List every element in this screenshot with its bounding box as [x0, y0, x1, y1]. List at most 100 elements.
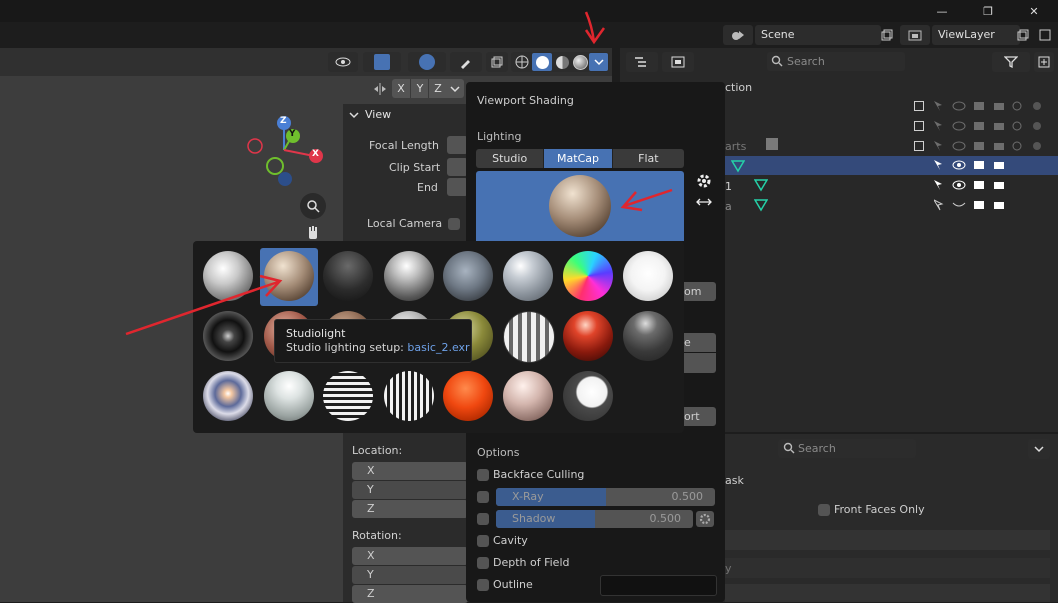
row-restrict-icons[interactable] — [934, 100, 1054, 112]
clip-start-field[interactable] — [447, 158, 468, 176]
front-faces-only-checkbox[interactable] — [818, 504, 830, 516]
matcap-option-15[interactable] — [563, 311, 613, 361]
maximize-icon[interactable]: ❐ — [976, 2, 1000, 20]
matcap-option-4[interactable] — [384, 251, 434, 301]
row-checkbox[interactable] — [914, 101, 924, 111]
properties-subpanel-2[interactable] — [725, 558, 1050, 578]
gizmo-toggle-icon[interactable] — [363, 52, 401, 72]
axis-dropdown-icon[interactable] — [446, 79, 464, 98]
eyedropper-icon[interactable] — [450, 52, 482, 72]
flip-horizontal-icon[interactable] — [694, 194, 714, 210]
zoom-icon[interactable] — [300, 193, 326, 219]
overlays-icon[interactable] — [408, 52, 446, 72]
properties-dropdown-icon[interactable] — [1028, 439, 1050, 459]
view-panel-header[interactable]: View — [365, 108, 391, 121]
outliner-search-input[interactable]: Search — [767, 52, 905, 71]
properties-mask-label: ask — [725, 474, 744, 487]
location-x-field[interactable]: X — [352, 462, 468, 480]
gear-icon[interactable] — [694, 172, 714, 190]
wireframe-shading-icon[interactable] — [513, 54, 531, 70]
matcap-option-18[interactable] — [264, 371, 314, 421]
navigation-gizmo[interactable]: Z Y X — [240, 110, 340, 190]
outline-color-swatch[interactable] — [600, 575, 717, 596]
backface-culling-checkbox[interactable] — [477, 469, 489, 481]
minimize-icon[interactable]: — — [930, 2, 954, 20]
rotation-x-field[interactable]: X — [352, 547, 468, 565]
scene-type-icon[interactable] — [723, 25, 753, 45]
shadow-checkbox[interactable] — [477, 513, 489, 525]
shadow-slider[interactable]: Shadow 0.500 — [496, 510, 693, 528]
matcap-option-16[interactable] — [623, 311, 673, 361]
row-restrict-icons[interactable] — [934, 140, 1054, 152]
matcap-option-17[interactable] — [203, 371, 253, 421]
remove-viewlayer-icon[interactable] — [1036, 25, 1054, 45]
mirror-options-icon[interactable] — [370, 80, 390, 98]
axis-x-button[interactable]: X — [392, 79, 410, 98]
row-checkbox[interactable] — [914, 121, 924, 131]
chevron-down-icon[interactable] — [349, 110, 359, 120]
location-z-field[interactable]: Z — [352, 500, 468, 518]
row-restrict-icons[interactable] — [934, 179, 1034, 192]
matcap-option-14[interactable] — [503, 311, 555, 363]
outliner-object-1-label[interactable]: 1 — [725, 180, 732, 193]
new-collection-icon[interactable] — [1034, 52, 1054, 72]
outliner-row-selected[interactable] — [725, 156, 1058, 175]
copy-scene-icon[interactable] — [878, 25, 896, 45]
partial-button-3[interactable]: ort — [684, 407, 716, 426]
viewlayer-field[interactable]: ViewLayer — [932, 25, 1020, 45]
xray-checkbox[interactable] — [477, 491, 489, 503]
axis-y-button[interactable]: Y — [410, 79, 429, 98]
partial-button-1[interactable]: om — [684, 282, 716, 301]
matcap-option-3[interactable] — [323, 251, 373, 301]
matcap-option-22[interactable] — [503, 371, 553, 421]
matcap-option-6[interactable] — [503, 251, 553, 301]
partial-button-2b[interactable] — [684, 353, 716, 373]
outliner-parts-label[interactable]: arts — [725, 140, 746, 153]
partial-button-2[interactable]: e — [684, 333, 716, 352]
location-y-field[interactable]: Y — [352, 481, 468, 499]
matcap-option-7[interactable] — [563, 251, 613, 301]
matcap-option-20[interactable] — [384, 371, 434, 421]
rendered-shading-icon[interactable] — [571, 54, 589, 70]
matcap-option-5[interactable] — [443, 251, 493, 301]
lighting-flat-tab[interactable]: Flat — [611, 149, 684, 168]
xray-slider[interactable]: X-Ray 0.500 — [496, 488, 715, 506]
outliner-object-2-label[interactable]: a — [725, 200, 732, 213]
close-icon[interactable]: ✕ — [1022, 2, 1046, 20]
outliner-filter-view-icon[interactable] — [662, 52, 694, 72]
shading-dropdown-icon[interactable] — [589, 53, 608, 71]
xray-toggle-icon[interactable] — [486, 52, 508, 72]
visibility-eye-icon[interactable] — [328, 52, 358, 72]
cavity-checkbox[interactable] — [477, 535, 489, 547]
properties-search-input[interactable]: Search — [778, 439, 916, 458]
shadow-settings-gear-icon[interactable] — [696, 511, 714, 527]
outliner-collection-label[interactable]: ction — [725, 81, 752, 94]
depth-of-field-checkbox[interactable] — [477, 557, 489, 569]
row-restrict-icons[interactable] — [934, 120, 1054, 132]
row-restrict-icons[interactable] — [934, 159, 1034, 172]
rotation-z-field[interactable]: Z — [352, 585, 468, 603]
clip-end-field[interactable] — [447, 178, 468, 196]
matcap-option-19[interactable] — [323, 371, 373, 421]
axis-z-button[interactable]: Z — [428, 79, 447, 98]
properties-subpanel-1[interactable] — [725, 530, 1050, 550]
local-camera-checkbox[interactable] — [448, 218, 460, 230]
matcap-option-8[interactable] — [623, 251, 673, 301]
copy-viewlayer-icon[interactable] — [1014, 25, 1032, 45]
row-restrict-icons[interactable] — [934, 199, 1034, 212]
matcap-option-21[interactable] — [443, 371, 493, 421]
matcap-option-23[interactable] — [563, 371, 613, 421]
row-checkbox[interactable] — [914, 141, 924, 151]
outline-checkbox[interactable] — [477, 579, 489, 591]
lighting-studio-tab[interactable]: Studio — [476, 149, 545, 168]
properties-subpanel-3[interactable] — [725, 584, 1050, 602]
filter-icon[interactable] — [992, 52, 1030, 72]
outliner-display-mode-icon[interactable] — [626, 52, 658, 72]
solid-shading-icon[interactable] — [532, 53, 552, 71]
scene-field[interactable]: Scene — [755, 25, 881, 45]
lighting-matcap-tab[interactable]: MatCap — [544, 149, 612, 168]
rotation-y-field[interactable]: Y — [352, 566, 468, 584]
material-preview-icon[interactable] — [553, 54, 571, 70]
viewlayer-type-icon[interactable] — [900, 25, 930, 45]
focal-length-field[interactable] — [447, 136, 468, 154]
